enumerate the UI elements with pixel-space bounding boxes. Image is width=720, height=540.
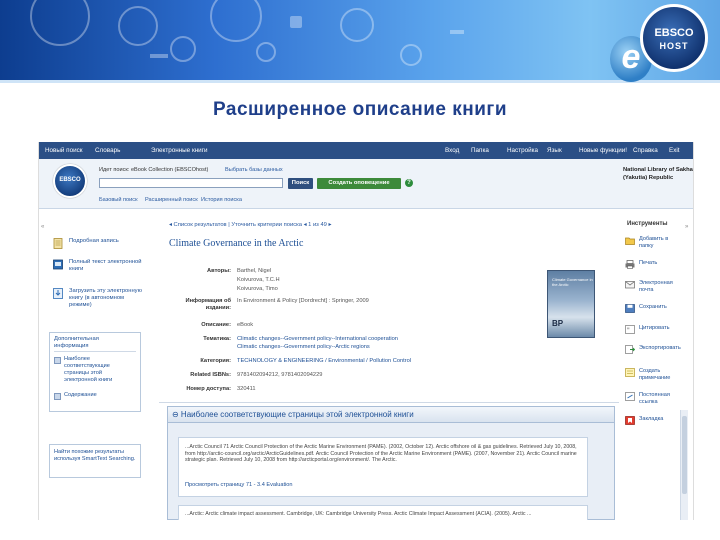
ebsco-screenshot: Новый поиск Словарь Электронные книги Вх… bbox=[38, 142, 694, 520]
printer-icon bbox=[625, 260, 635, 269]
additional-info-box: Дополнительная информация Наиболее соотв… bbox=[49, 332, 141, 412]
download-icon bbox=[53, 288, 63, 299]
save-icon bbox=[625, 304, 635, 313]
relevant-pages-heading[interactable]: ⊖ Наиболее соответствующие страницы этой… bbox=[168, 407, 614, 423]
nav-new-search[interactable]: Новый поиск bbox=[45, 147, 83, 154]
contents-link[interactable]: Содержание bbox=[64, 392, 97, 399]
library-name: National Library of Sakha (Yakutia) Repu… bbox=[623, 167, 693, 181]
email-icon bbox=[625, 281, 635, 289]
choose-databases-link[interactable]: Выбрать базы данных bbox=[225, 167, 283, 173]
link-icon bbox=[625, 392, 635, 401]
cite-icon: " bbox=[625, 325, 635, 334]
ebook-icon bbox=[53, 259, 63, 270]
smarttext-link[interactable]: Найти похожие результаты используя Smart… bbox=[49, 444, 141, 478]
help-icon[interactable]: ? bbox=[405, 179, 413, 187]
basic-search-link[interactable]: Базовый поиск bbox=[99, 197, 138, 203]
nav-exit[interactable]: Exit bbox=[669, 147, 680, 154]
contents-icon bbox=[54, 393, 61, 400]
ebsco-mini-logo[interactable]: EBSCO bbox=[53, 164, 87, 198]
note-icon bbox=[625, 368, 635, 377]
panel-scrollbar[interactable] bbox=[680, 410, 688, 520]
relevant-pages-link[interactable]: Наиболее соответствующие страницы этой э… bbox=[64, 356, 136, 384]
additional-info-heading: Дополнительная информация bbox=[54, 336, 99, 349]
nav-preferences[interactable]: Настройка bbox=[507, 147, 538, 154]
banner-divider bbox=[0, 80, 720, 83]
export-icon bbox=[625, 345, 635, 354]
search-input[interactable] bbox=[99, 178, 283, 188]
nav-new-features[interactable]: Новые функции! bbox=[579, 147, 627, 154]
search-area: EBSCO Идет поиск: eBook Collection (EBSC… bbox=[39, 159, 693, 209]
scrollbar-thumb[interactable] bbox=[682, 416, 687, 494]
nav-help[interactable]: Справка bbox=[633, 147, 658, 154]
document-icon bbox=[53, 238, 63, 249]
subject-link[interactable]: Climatic changes--Government policy--Arc… bbox=[237, 344, 370, 351]
create-alert-button[interactable]: Создать оповещение bbox=[317, 178, 401, 189]
slide-title: Расширенное описание книги bbox=[212, 99, 508, 120]
book-title: Climate Governance in the Arctic bbox=[169, 238, 304, 249]
folder-icon bbox=[625, 237, 635, 245]
nav-ebooks[interactable]: Электронные книги bbox=[151, 147, 208, 154]
search-in-label: Идет поиск: eBook Collection (EBSCOhost) bbox=[99, 167, 209, 173]
relevant-pages-panel: ⊖ Наиболее соответствующие страницы этой… bbox=[167, 406, 615, 520]
relevant-page-card: ...Arctic: Arctic climate impact assessm… bbox=[178, 505, 588, 520]
results-navigation[interactable]: ◂ Список результатов | Уточнить критерии… bbox=[169, 222, 331, 228]
category-link[interactable]: TECHNOLOGY & ENGINEERING / Environmental… bbox=[237, 358, 411, 365]
ebsco-host-logo: EBSCO HOST bbox=[640, 4, 708, 72]
advanced-search-link[interactable]: Расширенный поиск bbox=[145, 197, 198, 203]
book-cover[interactable]: Climate Governance in the Arctic BP bbox=[547, 270, 595, 338]
relevant-page-card: ...Arctic Council 71 Arctic Council Prot… bbox=[178, 437, 588, 497]
nav-dictionary[interactable]: Словарь bbox=[95, 147, 120, 154]
nav-folder[interactable]: Папка bbox=[471, 147, 489, 154]
pages-icon bbox=[54, 357, 61, 364]
search-history-link[interactable]: История поиска bbox=[201, 197, 242, 203]
nav-language[interactable]: Язык bbox=[547, 147, 562, 154]
view-page-link[interactable]: Просмотреть страницу 71 - 3.4 Evaluation bbox=[185, 482, 293, 488]
collapse-right-icon[interactable]: » bbox=[685, 224, 688, 230]
svg-text:": " bbox=[627, 327, 630, 334]
nav-signin[interactable]: Вход bbox=[445, 147, 459, 154]
bookmark-icon bbox=[625, 416, 635, 425]
top-navigation: Новый поиск Словарь Электронные книги Вх… bbox=[39, 142, 693, 159]
search-button[interactable]: Поиск bbox=[288, 178, 313, 189]
subject-link[interactable]: Climatic changes--Government policy--Int… bbox=[237, 336, 398, 343]
tools-heading: Инструменты bbox=[627, 221, 668, 227]
collapse-left-icon[interactable]: « bbox=[41, 224, 44, 230]
